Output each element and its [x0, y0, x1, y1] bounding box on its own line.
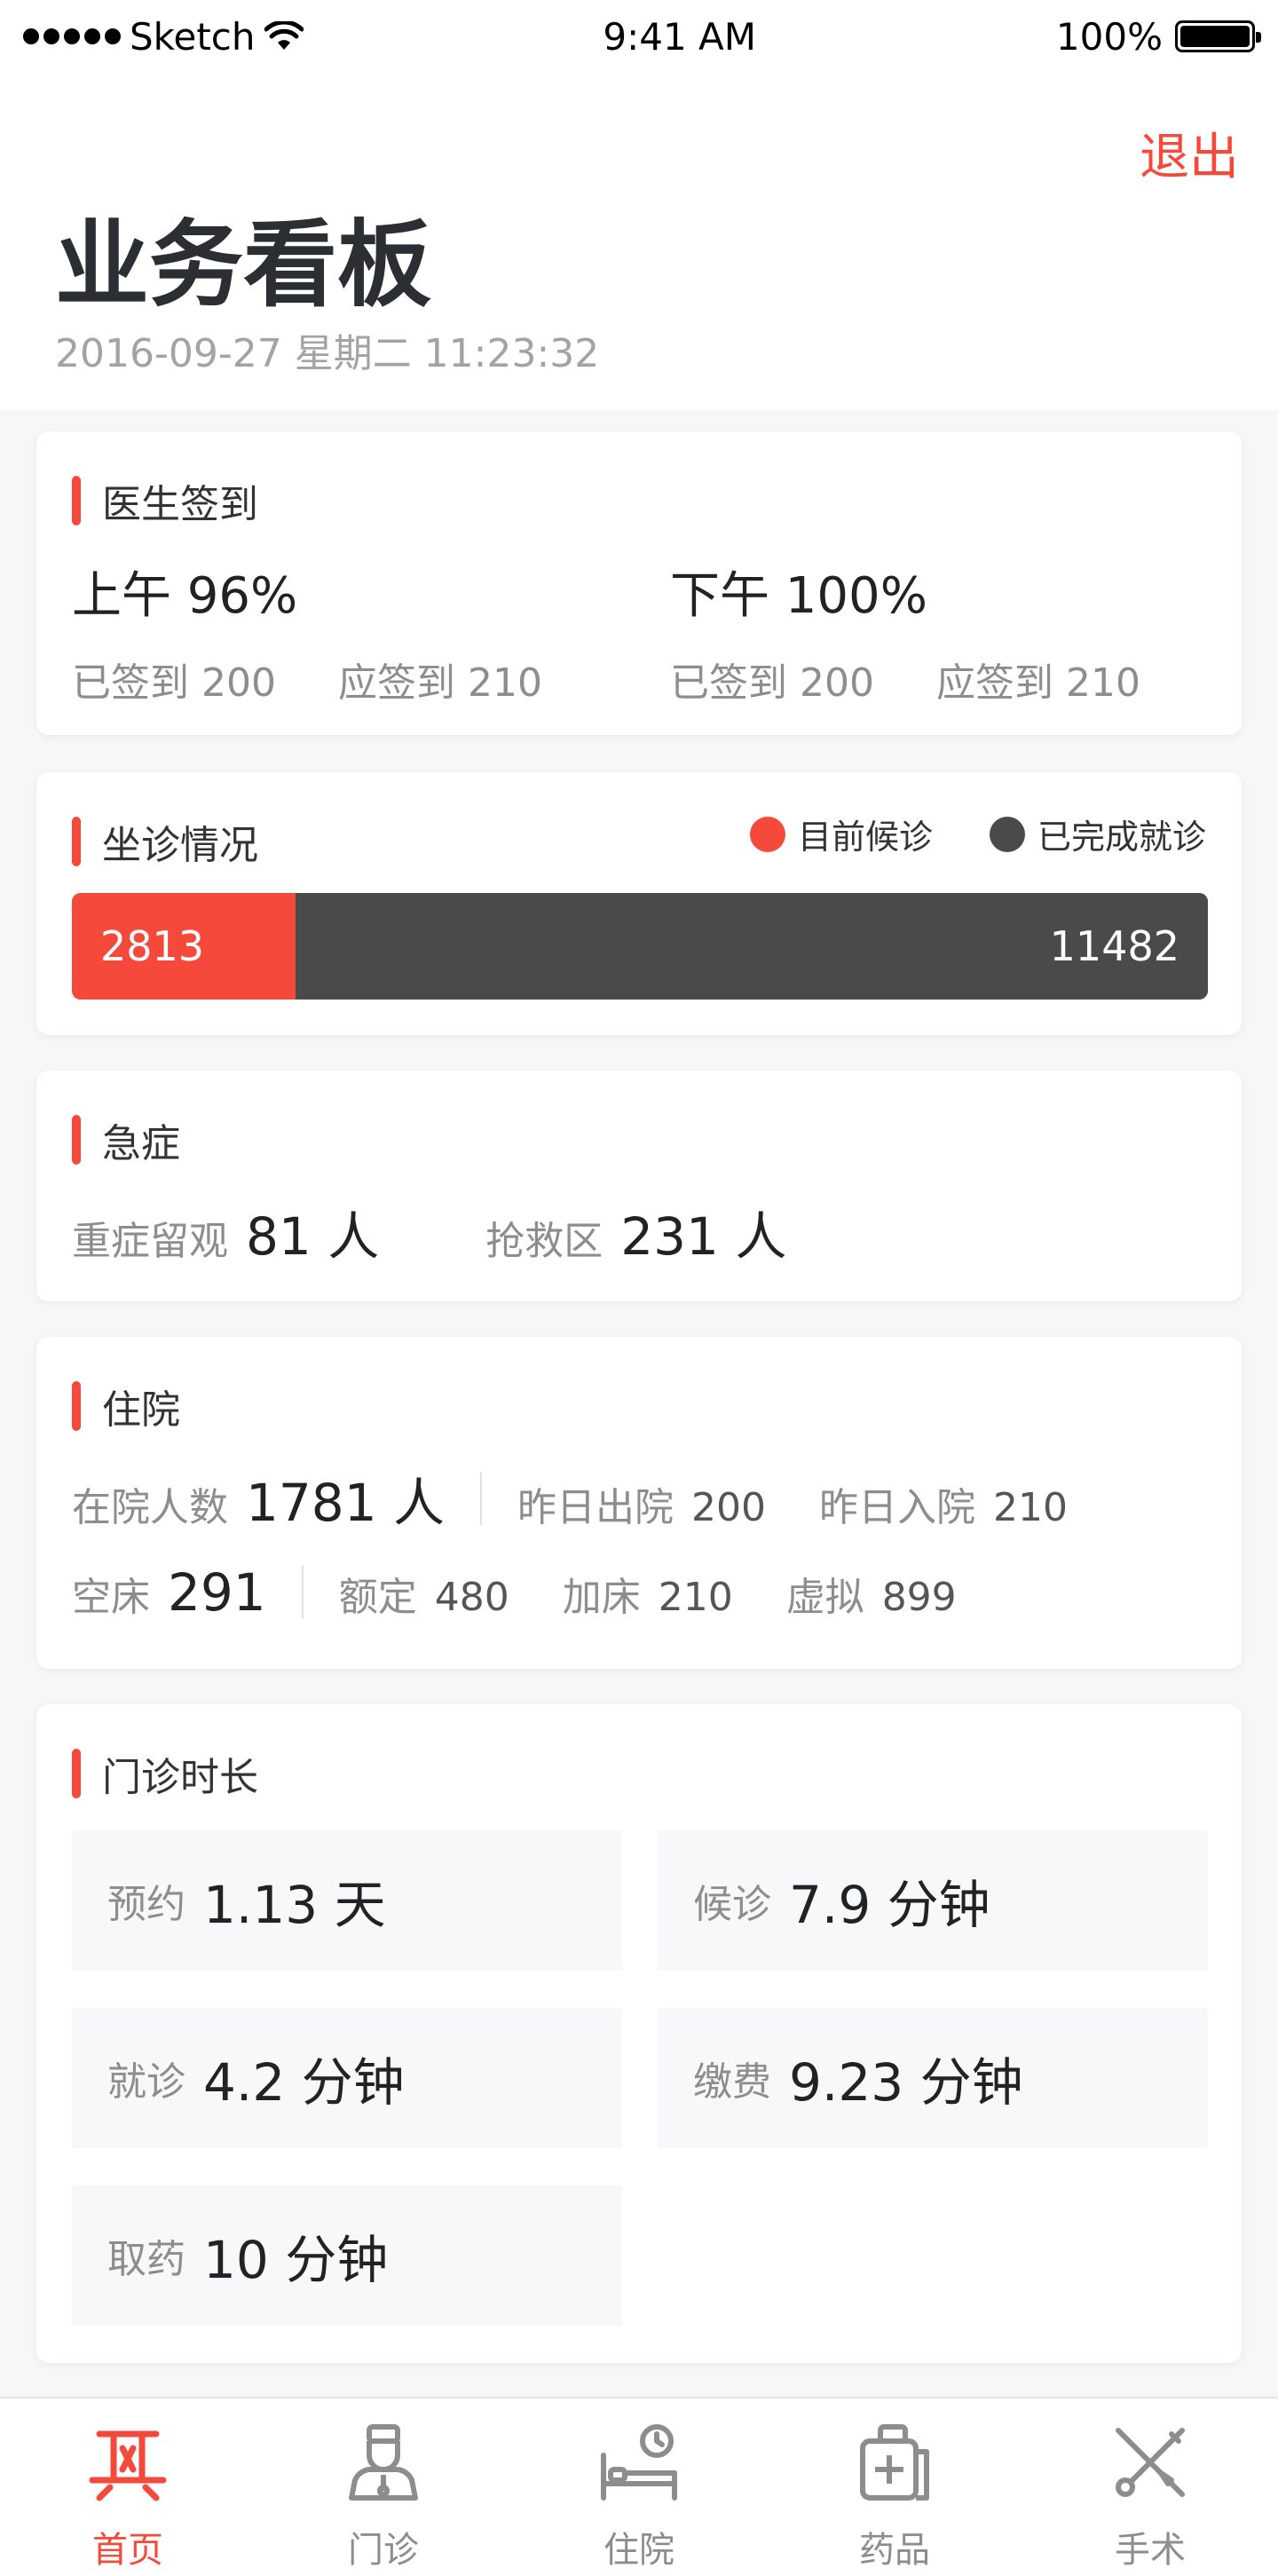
observation-value: 81 人 — [246, 1206, 380, 1267]
outpatient-duration-card: 门诊时长 预约 1.13 天 候诊 7.9 分钟 就诊 4.2 分钟 缴费 9.… — [36, 1704, 1242, 2363]
inpatient-card: 住院 在院人数 1781 人 昨日出院 200 昨日入院 210 空床 291 … — [36, 1337, 1242, 1669]
bottom-tab-bar: 首页 门诊 住院 药品 手术 — [0, 2397, 1278, 2576]
battery-percent: 100% — [1055, 14, 1163, 59]
rated-value: 480 — [434, 1575, 509, 1620]
duration-cell-consultation: 就诊 4.2 分钟 — [72, 2008, 622, 2148]
legend-waiting-dot — [749, 816, 785, 852]
title-accent-bar — [72, 1115, 81, 1165]
doctor-signin-card: 医生签到 上午 96% 已签到 200 应签到 210 下午 100% 已签到 … — [36, 431, 1242, 735]
title-accent-bar — [72, 1749, 81, 1798]
current-datetime: 2016-09-27 星期二 11:23:32 — [55, 331, 600, 376]
card-title: 坐诊情况 — [72, 813, 258, 870]
clinic-status-card: 坐诊情况 目前候诊 已完成就诊 2813 11482 — [36, 772, 1242, 1035]
tab-outpatient-label: 门诊 — [348, 2530, 419, 2571]
bed-icon — [601, 2424, 677, 2501]
status-bar-right: 100% — [1055, 14, 1261, 59]
title-accent-bar — [72, 817, 81, 866]
discharged-value: 200 — [691, 1485, 767, 1530]
emergency-card: 急症 重症留观 81 人 抢救区 231 人 — [36, 1071, 1242, 1301]
card-title: 门诊时长 — [72, 1745, 258, 1802]
status-bar: Sketch 9:41 AM 100% — [0, 0, 1278, 73]
battery-icon — [1174, 20, 1261, 52]
carrier-name: Sketch — [130, 14, 256, 59]
virtual-bed-value: 899 — [881, 1575, 957, 1620]
tab-medicine[interactable]: 药品 — [767, 2398, 1022, 2576]
clinic-legend: 目前候诊 已完成就诊 — [749, 810, 1206, 858]
tab-surgery-label: 手术 — [1115, 2530, 1186, 2571]
admitted-label: 昨日入院 — [819, 1485, 976, 1530]
inpatient-title: 住院 — [102, 1387, 180, 1433]
inpatient-row-1: 在院人数 1781 人 昨日出院 200 昨日入院 210 — [72, 1461, 1068, 1536]
rated-label: 额定 — [338, 1575, 417, 1620]
progress-done-segment: 11482 — [295, 893, 1208, 1000]
legend-done-dot — [989, 816, 1025, 852]
card-title: 急症 — [72, 1111, 180, 1168]
divider — [301, 1566, 304, 1619]
duration-cell-pickup: 取药 10 分钟 — [72, 2185, 622, 2326]
duration-cell-waiting: 候诊 7.9 分钟 — [658, 1830, 1208, 1971]
tab-outpatient[interactable]: 门诊 — [256, 2398, 511, 2576]
signin-afternoon-rate: 下午 100% — [670, 567, 927, 625]
divider — [480, 1472, 483, 1525]
emergency-title: 急症 — [102, 1121, 180, 1166]
page-title: 业务看板 — [55, 210, 431, 320]
rescue-value: 231 人 — [620, 1206, 787, 1267]
logout-button[interactable]: 退出 — [1140, 117, 1239, 189]
card-title: 医生签到 — [72, 472, 258, 529]
emergency-stats-row: 重症留观 81 人 抢救区 231 人 — [72, 1195, 786, 1269]
empty-bed-value: 291 — [168, 1562, 266, 1623]
tab-surgery[interactable]: 手术 — [1022, 2398, 1278, 2576]
card-title: 住院 — [72, 1378, 180, 1434]
in-hospital-label: 在院人数 — [72, 1485, 228, 1530]
in-hospital-value: 1781 人 — [246, 1473, 446, 1533]
extra-bed-label: 加床 — [562, 1575, 641, 1620]
legend-waiting: 目前候诊 — [749, 810, 933, 858]
duration-cell-appointment: 预约 1.13 天 — [72, 1830, 622, 1971]
virtual-bed-label: 虚拟 — [785, 1575, 864, 1620]
signal-strength-icon — [23, 28, 121, 44]
discharged-label: 昨日出院 — [517, 1485, 674, 1530]
tab-inpatient[interactable]: 住院 — [511, 2398, 767, 2576]
clinic-progress-bar: 2813 11482 — [72, 893, 1208, 1000]
status-time: 9:41 AM — [603, 14, 757, 59]
tab-home-label: 首页 — [92, 2530, 163, 2571]
signin-morning: 上午 96% 已签到 200 应签到 210 — [72, 556, 542, 707]
inpatient-row-2: 空床 291 额定 480 加床 210 虚拟 899 — [72, 1562, 957, 1623]
page-header: 退出 业务看板 2016-09-27 星期二 11:23:32 — [0, 73, 1278, 410]
observation-label: 重症留观 — [72, 1219, 228, 1264]
home-icon — [89, 2430, 167, 2501]
medicine-kit-icon — [860, 2424, 929, 2501]
signin-afternoon-counts: 已签到 200 应签到 210 — [670, 660, 1140, 706]
doctor-icon — [349, 2424, 418, 2501]
signin-afternoon: 下午 100% 已签到 200 应签到 210 — [670, 556, 1140, 707]
duration-cell-payment: 缴费 9.23 分钟 — [658, 2008, 1208, 2148]
tab-medicine-label: 药品 — [859, 2530, 930, 2571]
tab-inpatient-label: 住院 — [604, 2530, 674, 2571]
duration-title: 门诊时长 — [102, 1755, 258, 1800]
clinic-title: 坐诊情况 — [102, 823, 258, 868]
progress-waiting-segment: 2813 — [72, 893, 296, 1000]
rescue-label: 抢救区 — [485, 1219, 604, 1264]
extra-bed-value: 210 — [658, 1575, 733, 1620]
title-accent-bar — [72, 1381, 81, 1431]
wifi-icon — [264, 21, 304, 50]
status-bar-left: Sketch — [23, 15, 304, 59]
signin-morning-rate: 上午 96% — [72, 567, 298, 625]
admitted-value: 210 — [993, 1485, 1069, 1530]
signin-title: 医生签到 — [102, 482, 258, 527]
signin-morning-counts: 已签到 200 应签到 210 — [72, 660, 542, 706]
tab-home[interactable]: 首页 — [0, 2398, 256, 2576]
legend-done: 已完成就诊 — [989, 810, 1206, 858]
surgery-tools-icon — [1116, 2428, 1185, 2497]
empty-bed-label: 空床 — [72, 1575, 150, 1620]
title-accent-bar — [72, 476, 81, 525]
